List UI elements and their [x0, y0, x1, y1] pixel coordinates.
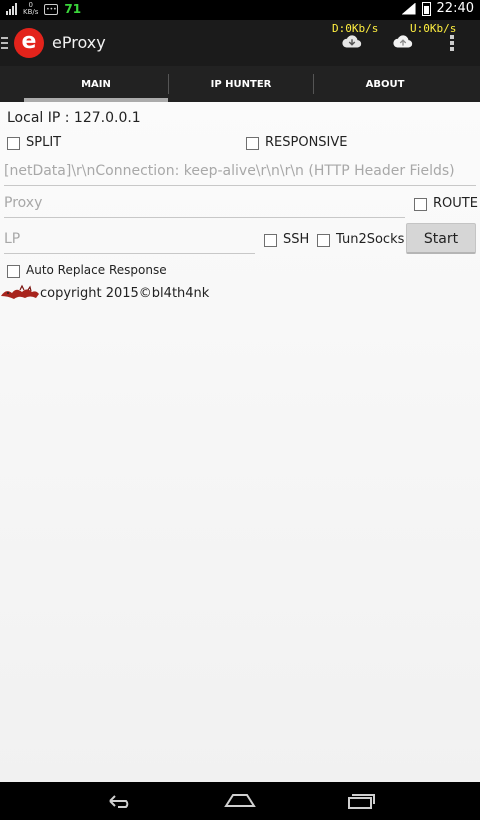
notification-count: 71	[64, 2, 82, 16]
dragon-logo-icon	[1, 284, 39, 299]
navigation-bar	[0, 782, 480, 820]
drawer-icon[interactable]	[1, 37, 8, 49]
route-label: ROUTE	[433, 196, 478, 211]
route-checkbox[interactable]	[414, 198, 427, 211]
tun2socks-checkbox[interactable]	[317, 234, 330, 247]
cloud-upload-icon[interactable]	[392, 31, 414, 53]
overflow-menu-icon[interactable]	[450, 35, 454, 51]
ssh-checkbox[interactable]	[264, 234, 277, 247]
back-icon[interactable]	[106, 793, 134, 809]
auto-replace-label: Auto Replace Response	[26, 263, 167, 277]
local-ip-label: Local IP : 127.0.0.1	[7, 110, 141, 126]
app-logo[interactable]: e	[14, 28, 44, 58]
responsive-label: RESPONSIVE	[265, 135, 348, 150]
tab-about[interactable]: ABOUT	[314, 66, 456, 102]
status-right: 22:40	[401, 1, 474, 16]
tab-bar: MAIN IP HUNTER ABOUT	[0, 66, 480, 102]
chat-notification-icon: •••	[44, 3, 59, 15]
tab-ip-hunter[interactable]: IP HUNTER	[169, 66, 313, 102]
http-header-input[interactable]: [netData]\r\nConnection: keep-alive\r\n\…	[4, 163, 476, 186]
net-speed-indicator: 0 KB/s	[23, 2, 38, 16]
copyright-text: copyright 2015©bl4th4nk	[40, 286, 210, 301]
split-checkbox[interactable]	[7, 137, 20, 150]
signal-icon	[6, 3, 17, 15]
tab-main[interactable]: MAIN	[24, 66, 168, 102]
cell-signal-icon	[401, 2, 416, 15]
ssh-label: SSH	[283, 232, 310, 247]
responsive-checkbox[interactable]	[246, 137, 259, 150]
app-title: eProxy	[52, 33, 106, 52]
battery-icon	[421, 1, 431, 16]
action-bar: e eProxy D:0Kb/s U:0Kb/s	[0, 20, 480, 66]
cloud-download-icon[interactable]	[341, 31, 363, 53]
auto-replace-checkbox[interactable]	[7, 265, 20, 278]
net-speed-unit: KB/s	[23, 8, 39, 16]
proxy-input[interactable]: Proxy	[4, 195, 405, 218]
main-content: Local IP : 127.0.0.1 SPLIT RESPONSIVE [n…	[0, 102, 480, 782]
upload-speed: U:0Kb/s	[410, 22, 457, 35]
lp-input[interactable]: LP	[4, 231, 255, 254]
status-bar: 0 KB/s ••• 71 22:40	[0, 0, 480, 20]
home-icon[interactable]	[224, 793, 256, 808]
split-label: SPLIT	[26, 135, 62, 150]
start-button[interactable]: Start	[406, 223, 476, 254]
clock: 22:40	[436, 1, 474, 16]
tun2socks-label: Tun2Socks	[336, 232, 405, 247]
recents-icon[interactable]	[346, 793, 376, 809]
status-left: 0 KB/s ••• 71	[6, 2, 81, 16]
